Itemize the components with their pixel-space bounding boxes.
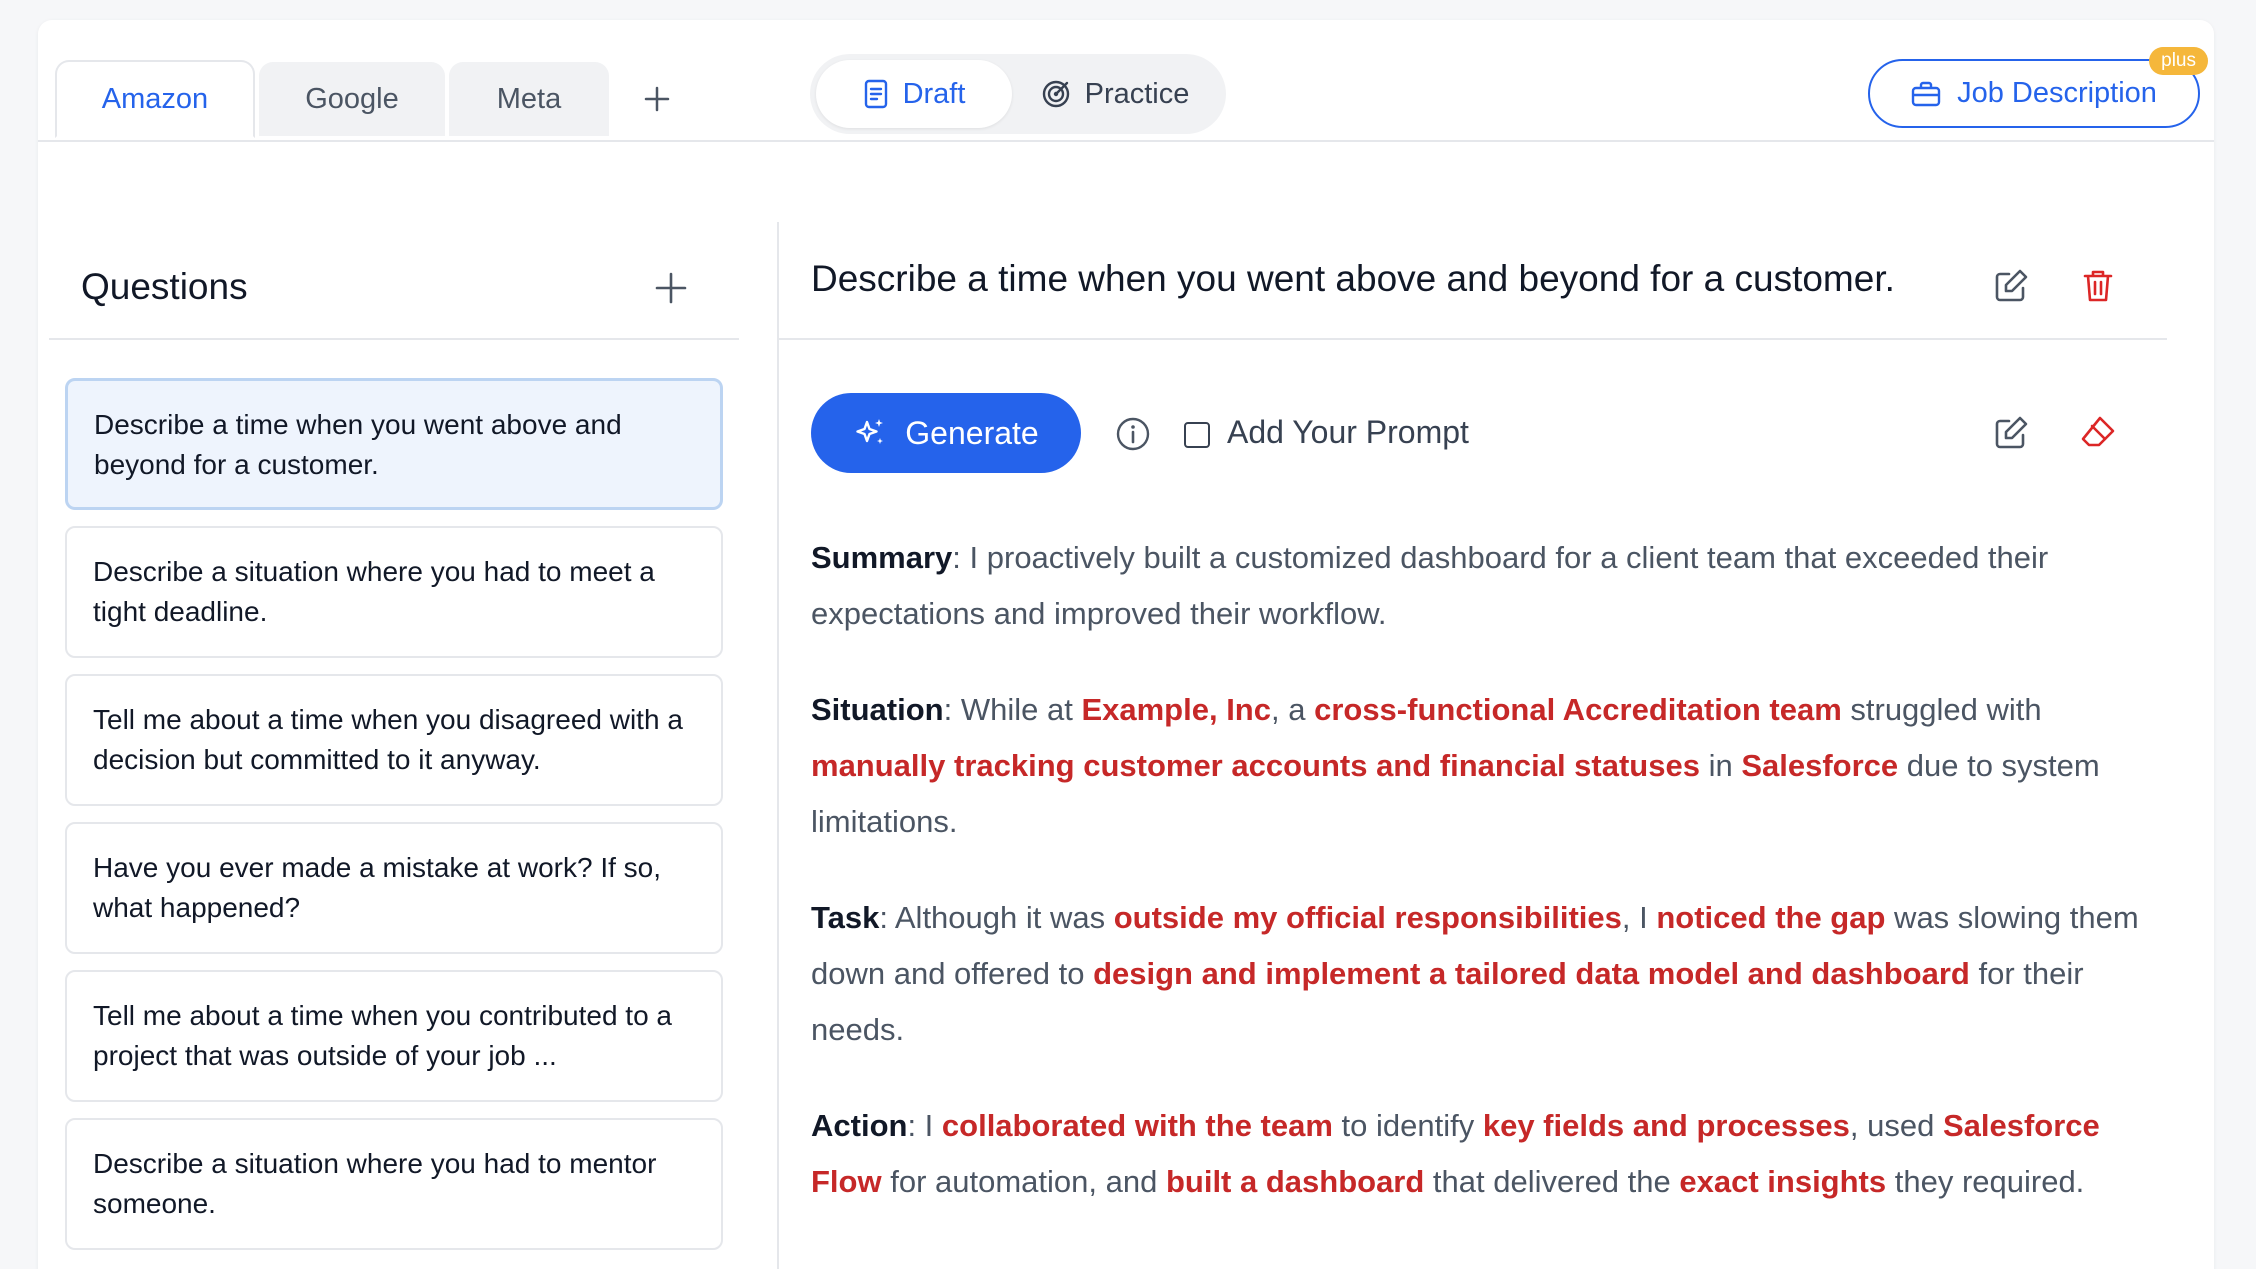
job-description-button[interactable]: Job Description plus: [1868, 47, 2208, 128]
action-label: Action: [811, 1108, 908, 1143]
answer-text: Summary: I proactively built a customize…: [811, 530, 2141, 1250]
questions-header: Questions: [49, 200, 739, 340]
task-label: Task: [811, 900, 880, 935]
action-text: I: [924, 1108, 942, 1143]
summary-paragraph: Summary: I proactively built a customize…: [811, 540, 2049, 631]
situation-text: , a: [1270, 692, 1315, 727]
summary-text: I proactively built a customized dashboa…: [811, 540, 2049, 631]
practice-label: Practice: [1084, 77, 1190, 110]
plus-icon: [644, 86, 670, 112]
plus-badge: plus: [2149, 47, 2208, 75]
highlight: outside my official responsibilities: [1113, 900, 1622, 935]
questions-list: Describe a time when you went above and …: [65, 378, 723, 1266]
tab-label: Meta: [496, 82, 562, 115]
task-paragraph: Task: Although it was outside my officia…: [811, 900, 2139, 1047]
tab-google[interactable]: Google: [259, 62, 445, 136]
add-prompt-label: Add Your Prompt: [1227, 414, 1469, 450]
highlight: exact insights: [1679, 1164, 1887, 1199]
briefcase-icon: [1911, 81, 1941, 106]
action-text: that delivered the: [1424, 1164, 1680, 1199]
document-icon: [864, 79, 887, 109]
company-tabs: Amazon Google Meta: [55, 60, 701, 138]
draft-label: Draft: [902, 77, 966, 110]
info-icon[interactable]: [1115, 416, 1151, 452]
highlight: manually tracking customer accounts and …: [811, 748, 1700, 783]
eraser-icon[interactable]: [2078, 413, 2118, 453]
question-item[interactable]: Tell me about a time when you disagreed …: [65, 674, 723, 806]
situation-text: in: [1699, 748, 1742, 783]
action-text: to identify: [1332, 1108, 1483, 1143]
action-text: they required.: [1886, 1164, 2085, 1199]
question-item[interactable]: Describe a situation where you had to me…: [65, 526, 723, 658]
question-item[interactable]: Describe a time when you went above and …: [65, 378, 723, 510]
questions-panel: Questions Describe a time when you went …: [49, 200, 739, 1269]
delete-question-icon[interactable]: [2078, 266, 2118, 306]
task-text: , I: [1621, 900, 1657, 935]
situation-paragraph: Situation: While at Example, Inc, a cros…: [811, 692, 2100, 839]
situation-text: While at: [960, 692, 1082, 727]
action-text: for automation, and: [881, 1164, 1166, 1199]
question-item[interactable]: Tell me about a time when you contribute…: [65, 970, 723, 1102]
top-bar: Amazon Google Meta Draft Practice Job De…: [38, 20, 2214, 142]
target-icon: [1042, 80, 1069, 108]
edit-answer-icon[interactable]: [1991, 413, 2031, 453]
situation-label: Situation: [811, 692, 944, 727]
edit-question-icon[interactable]: [1991, 266, 2031, 306]
draft-mode-button[interactable]: Draft: [816, 60, 1012, 128]
highlight: cross-functional Accreditation team: [1314, 692, 1842, 727]
highlight: design and implement a tailored data mod…: [1093, 956, 1970, 991]
action-text: , used: [1849, 1108, 1943, 1143]
situation-text: struggled with: [1841, 692, 2042, 727]
highlight: key fields and processes: [1482, 1108, 1850, 1143]
add-prompt-checkbox[interactable]: [1184, 422, 1210, 448]
job-description-label: Job Description: [1957, 77, 2157, 109]
tab-amazon[interactable]: Amazon: [55, 60, 255, 138]
summary-label: Summary: [811, 540, 953, 575]
action-paragraph: Action: I collaborated with the team to …: [811, 1108, 2100, 1199]
task-text: Although it was: [894, 900, 1114, 935]
tab-meta[interactable]: Meta: [449, 62, 609, 136]
highlight: Salesforce: [1741, 748, 1899, 783]
tab-label: Amazon: [101, 82, 209, 115]
question-header: Describe a time when you went above and …: [779, 200, 2167, 340]
practice-mode-button[interactable]: Practice: [1012, 60, 1218, 128]
sparkle-icon: [856, 419, 884, 444]
question-title: Describe a time when you went above and …: [811, 258, 1895, 299]
questions-title: Questions: [81, 266, 248, 307]
answer-panel: Describe a time when you went above and …: [779, 200, 2167, 1269]
add-company-button[interactable]: [613, 62, 701, 136]
highlight: noticed the gap: [1656, 900, 1886, 935]
generate-button[interactable]: Generate: [811, 393, 1081, 473]
tab-label: Google: [305, 82, 399, 115]
question-item[interactable]: Describe a situation where you had to me…: [65, 1118, 723, 1250]
highlight: Example, Inc: [1081, 692, 1271, 727]
highlight: collaborated with the team: [941, 1108, 1333, 1143]
mode-toggle: Draft Practice: [810, 54, 1226, 134]
question-item[interactable]: Have you ever made a mistake at work? If…: [65, 822, 723, 954]
add-question-button[interactable]: [653, 270, 689, 306]
highlight: built a dashboard: [1165, 1164, 1425, 1199]
generate-label: Generate: [905, 414, 1039, 451]
